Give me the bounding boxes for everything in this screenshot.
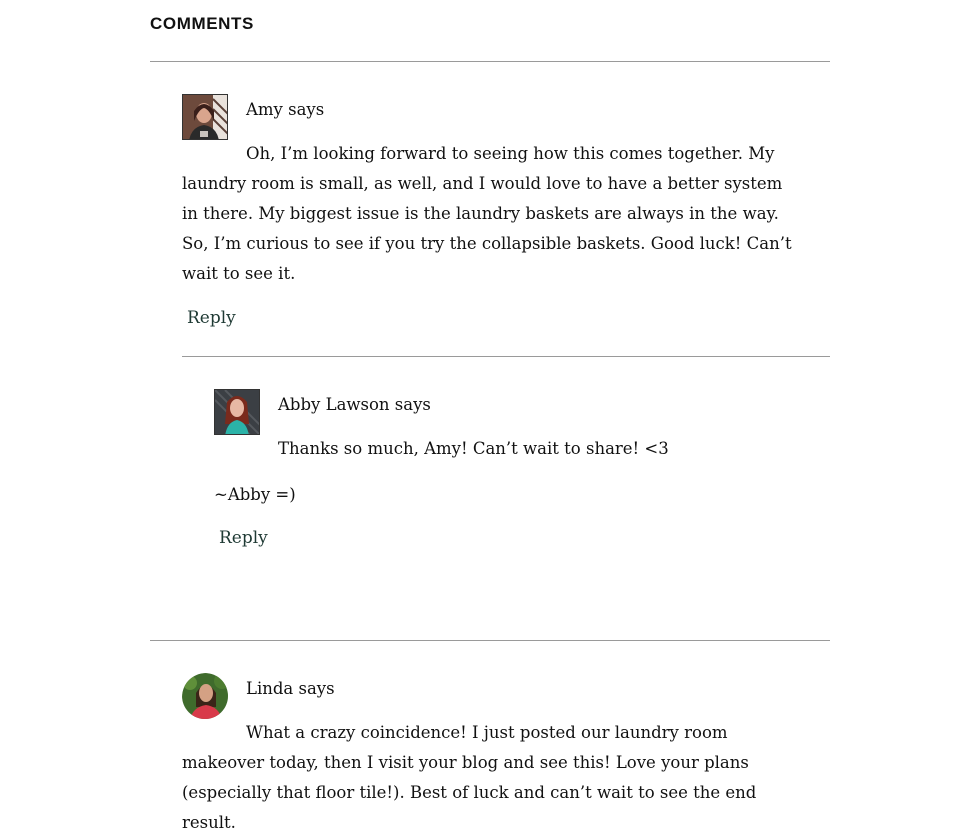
- comment-text: What a crazy coincidence! I just posted …: [182, 723, 757, 832]
- comment-amy: Amy says Oh, I’m looking forward to seei…: [182, 94, 802, 334]
- avatar-linda: [182, 673, 228, 719]
- comment-author: Linda says: [246, 679, 335, 698]
- reply-button[interactable]: Reply: [187, 308, 236, 328]
- comment-text: Oh, I’m looking forward to seeing how th…: [182, 144, 792, 283]
- reply-button[interactable]: Reply: [219, 528, 268, 548]
- comment-abby-lawson: Abby Lawson says Thanks so much, Amy! Ca…: [214, 389, 794, 559]
- comment-divider: [150, 640, 830, 641]
- comment-linda: Linda says What a crazy coincidence! I j…: [182, 673, 802, 832]
- comments-top-divider: [150, 61, 830, 62]
- abby-avatar-image: [215, 390, 259, 434]
- amy-avatar-image: [183, 95, 227, 139]
- linda-avatar-image: [182, 673, 228, 719]
- avatar-amy: [182, 94, 228, 140]
- comment-text: Thanks so much, Amy! Can’t wait to share…: [278, 439, 669, 458]
- comment-signature: ~Abby =): [214, 485, 296, 504]
- comment-author: Amy says: [246, 100, 325, 119]
- comment-author: Abby Lawson says: [278, 395, 431, 414]
- comments-heading: COMMENTS: [150, 14, 254, 33]
- avatar-abby-lawson: [214, 389, 260, 435]
- reply-divider: [182, 356, 830, 357]
